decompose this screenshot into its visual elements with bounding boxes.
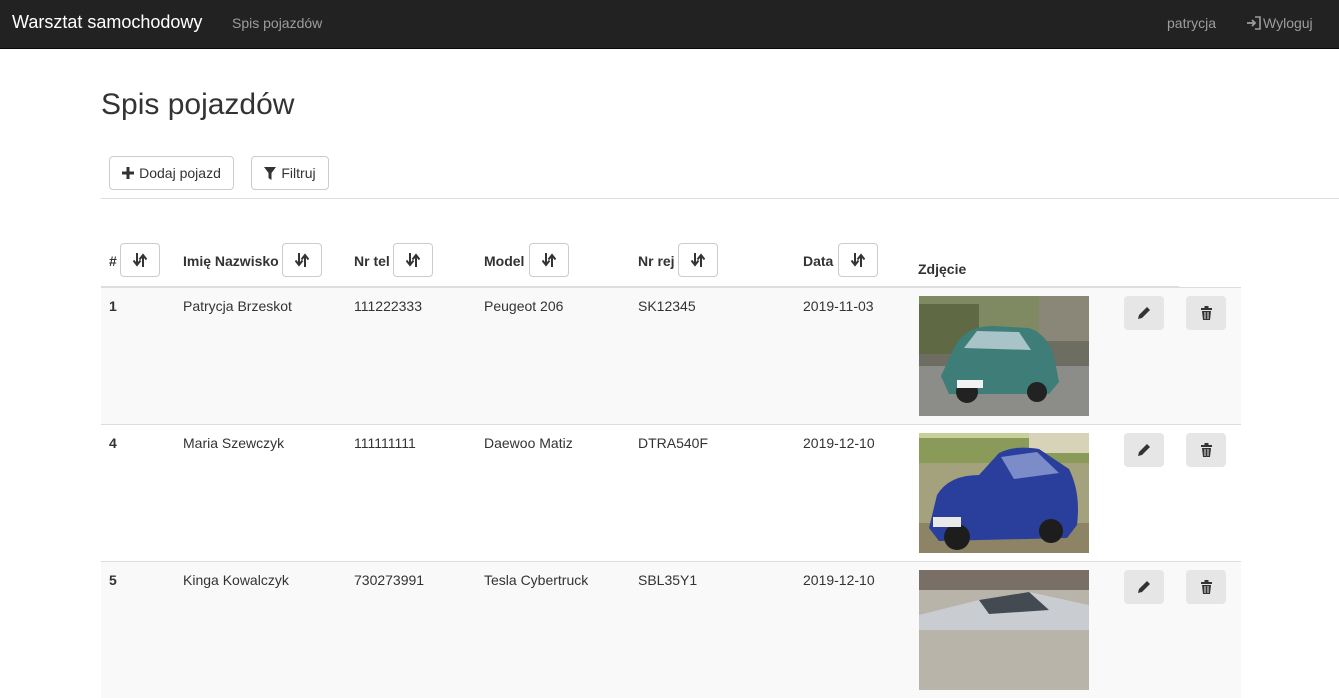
logout-label: Wyloguj [1263,15,1313,31]
delete-button[interactable] [1186,570,1226,604]
log-in-icon [1247,16,1261,30]
table-row: 5 Kinga Kowalczyk 730273991 Tesla Cybert… [101,561,1241,698]
sort-icon [851,253,865,267]
cell-name: Kinga Kowalczyk [183,572,289,588]
filter-icon [264,166,277,180]
vehicle-photo [919,433,1089,553]
sort-name-button[interactable] [282,243,322,277]
filter-label: Filtruj [281,165,316,181]
table-row: 4 Maria Szewczyk 111111111 Daewoo Matiz … [101,424,1241,561]
sort-icon [133,253,147,267]
nav-vehicles-link[interactable]: Spis pojazdów [232,15,322,31]
trash-icon [1200,443,1212,457]
pencil-icon [1138,444,1150,456]
cell-model: Daewoo Matiz [484,435,573,451]
sort-icon [691,253,705,267]
cell-id: 1 [109,298,117,314]
sort-model-button[interactable] [529,243,569,277]
plus-icon [122,167,135,179]
edit-button[interactable] [1124,570,1164,604]
cell-model: Tesla Cybertruck [484,572,589,588]
edit-button[interactable] [1124,296,1164,330]
column-header-model: Model [484,253,525,269]
cell-id: 5 [109,572,117,588]
cell-reg: DTRA540F [638,435,709,451]
cell-phone: 111222333 [354,298,422,314]
cell-date: 2019-12-10 [803,435,875,451]
add-vehicle-button[interactable]: Dodaj pojazd [109,156,234,190]
pencil-icon [1138,307,1150,319]
cell-id: 4 [109,435,117,451]
divider [101,198,1339,199]
vehicle-photo [919,570,1089,690]
page-title: Spis pojazdów [101,88,295,121]
sort-phone-button[interactable] [393,243,433,277]
delete-button[interactable] [1186,296,1226,330]
trash-icon [1200,580,1212,594]
sort-id-button[interactable] [120,243,160,277]
column-header-id: # [109,253,117,269]
column-header-date: Data [803,253,834,269]
table-row: 1 Patrycja Brzeskot 111222333 Peugeot 20… [101,287,1241,424]
cell-model: Peugeot 206 [484,298,564,314]
cell-reg: SK12345 [638,298,696,314]
pencil-icon [1138,581,1150,593]
brand-link[interactable]: Warsztat samochodowy [12,12,202,33]
cell-date: 2019-11-03 [803,298,874,314]
cell-date: 2019-12-10 [803,572,875,588]
cell-phone: 111111111 [354,435,416,451]
column-header-name: Imię Nazwisko [183,253,279,269]
cell-reg: SBL35Y1 [638,572,698,588]
vehicle-photo [919,296,1089,416]
add-vehicle-label: Dodaj pojazd [139,165,221,181]
cell-name: Patrycja Brzeskot [183,298,292,314]
sort-icon [542,253,556,267]
sort-date-button[interactable] [838,243,878,277]
nav-user-link[interactable]: patrycja [1167,15,1216,31]
edit-button[interactable] [1124,433,1164,467]
cell-phone: 730273991 [354,572,425,588]
delete-button[interactable] [1186,433,1226,467]
filter-button[interactable]: Filtruj [251,156,329,190]
logout-link[interactable]: Wyloguj [1246,15,1313,31]
cell-name: Maria Szewczyk [183,435,285,451]
column-header-phone: Nr tel [354,253,390,269]
trash-icon [1200,306,1212,320]
column-header-reg: Nr rej [638,253,675,269]
sort-reg-button[interactable] [678,243,718,277]
column-header-photo: Zdjęcie [918,261,967,277]
sort-icon [295,253,309,267]
sort-icon [406,253,420,267]
navbar: Warsztat samochodowy Spis pojazdów patry… [0,0,1339,49]
